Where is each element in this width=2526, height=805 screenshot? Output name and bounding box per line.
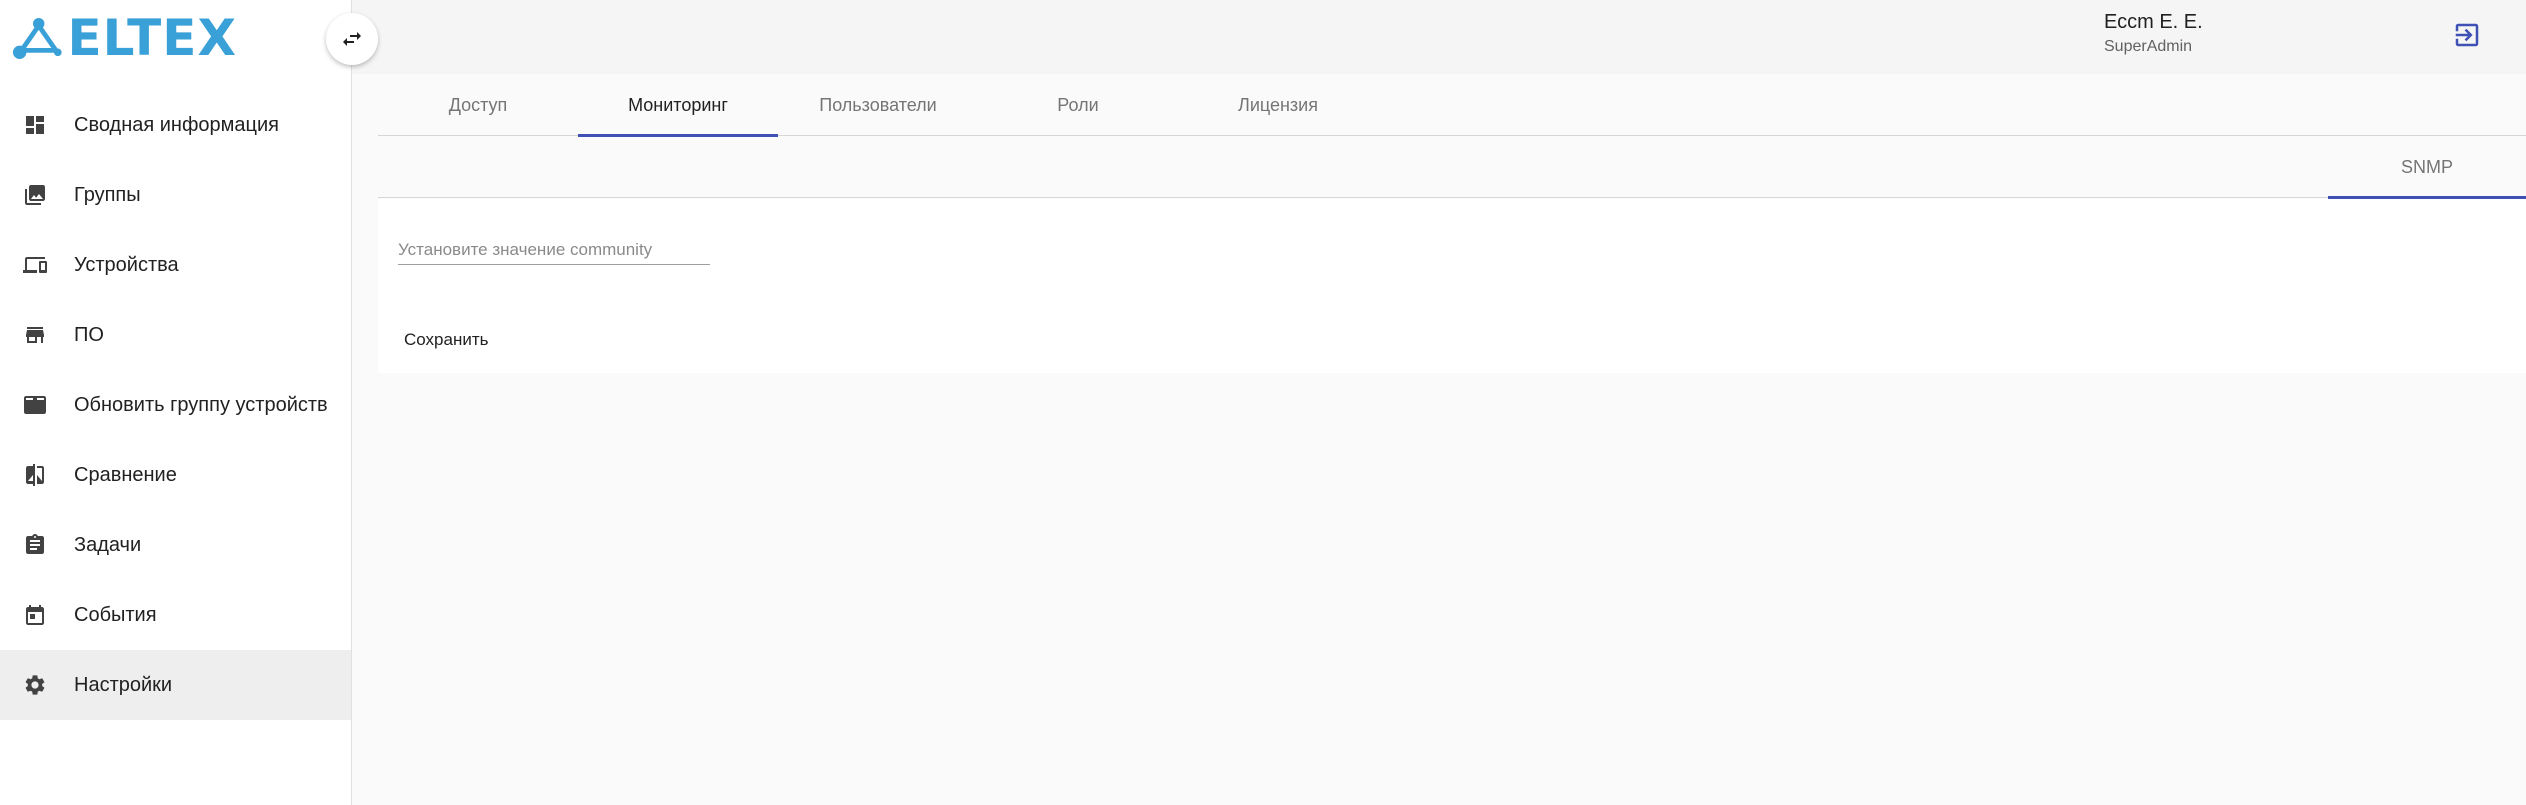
eltex-logo[interactable]: ELTEX (12, 10, 237, 65)
store-icon (20, 320, 50, 350)
sidebar-item-label: Обновить группу устройств (74, 393, 328, 416)
sidebar-toggle-button[interactable] (326, 13, 378, 65)
sidebar: ELTEX Сводная информация Группы Устройст… (0, 0, 352, 805)
tab-monitoring[interactable]: Мониторинг (578, 74, 778, 137)
sidebar-item-summary[interactable]: Сводная информация (0, 90, 351, 160)
system-update-icon (20, 390, 50, 420)
logout-icon (2455, 23, 2479, 47)
settings-tabs: Доступ Мониторинг Пользователи Роли Лице… (378, 74, 2526, 137)
sidebar-item-groups[interactable]: Группы (0, 160, 351, 230)
sidebar-item-label: Устройства (74, 253, 179, 276)
community-input[interactable] (398, 235, 710, 265)
event-icon (20, 600, 50, 630)
eltex-logo-mark (12, 17, 62, 59)
sidebar-item-software[interactable]: ПО (0, 300, 351, 370)
compare-icon (20, 460, 50, 490)
top-header: Ессm Е. Е. SuperAdmin (352, 0, 2526, 74)
assignment-icon (20, 530, 50, 560)
monitoring-subtabs: SNMP (378, 136, 2526, 199)
tab-users[interactable]: Пользователи (778, 74, 978, 136)
snmp-settings-card: Сохранить (378, 199, 2526, 373)
sidebar-item-label: Сравнение (74, 463, 177, 486)
sidebar-item-update-group[interactable]: Обновить группу устройств (0, 370, 351, 440)
tab-roles[interactable]: Роли (978, 74, 1178, 136)
settings-icon (20, 670, 50, 700)
sidebar-item-tasks[interactable]: Задачи (0, 510, 351, 580)
sidebar-item-label: Задачи (74, 533, 142, 556)
user-name: Ессm Е. Е. (2104, 11, 2203, 33)
tab-snmp[interactable]: SNMP (2328, 136, 2526, 199)
sidebar-nav: Сводная информация Группы Устройства ПО … (0, 90, 351, 720)
tab-license[interactable]: Лицензия (1178, 74, 1378, 136)
sidebar-item-events[interactable]: События (0, 580, 351, 650)
tab-access[interactable]: Доступ (378, 74, 578, 136)
sidebar-item-settings[interactable]: Настройки (0, 650, 351, 720)
sidebar-item-label: Группы (74, 183, 141, 206)
sidebar-item-label: Сводная информация (74, 113, 279, 136)
sidebar-item-compare[interactable]: Сравнение (0, 440, 351, 510)
sidebar-item-label: События (74, 603, 157, 626)
dashboard-icon (20, 110, 50, 140)
sidebar-item-label: ПО (74, 323, 104, 346)
photo-library-icon (20, 180, 50, 210)
logo-text: ELTEX (67, 8, 237, 67)
sidebar-item-devices[interactable]: Устройства (0, 230, 351, 300)
devices-icon (20, 250, 50, 280)
swap-horiz-icon (343, 32, 361, 46)
save-button[interactable]: Сохранить (394, 322, 498, 358)
user-role: SuperAdmin (2104, 38, 2193, 55)
sidebar-item-label: Настройки (74, 673, 173, 696)
logout-button[interactable] (2452, 20, 2482, 50)
